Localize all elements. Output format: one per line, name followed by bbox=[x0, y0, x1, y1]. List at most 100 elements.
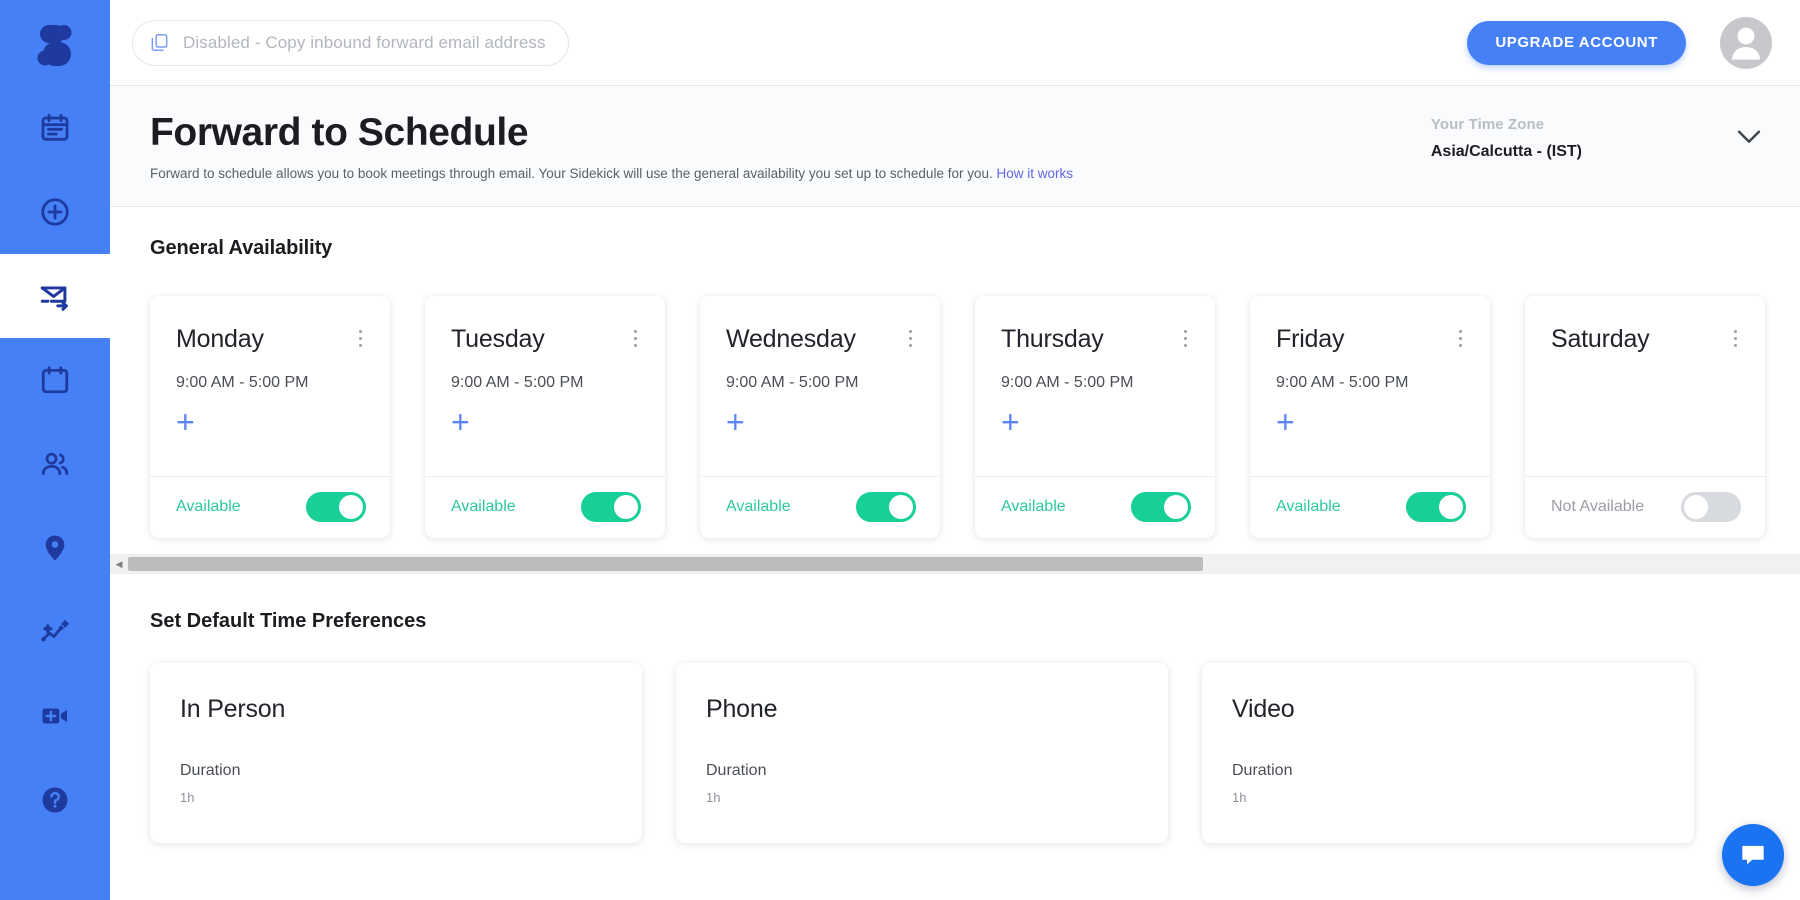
day-card-body: Monday 9:00 AM - 5:00 PM + bbox=[150, 296, 390, 476]
day-card-header: Thursday bbox=[1001, 326, 1189, 352]
sidebar-item-analytics[interactable] bbox=[0, 590, 110, 674]
copy-inbound-email-button[interactable]: Disabled - Copy inbound forward email ad… bbox=[132, 19, 569, 66]
add-time-slot-button[interactable]: + bbox=[451, 406, 470, 438]
avatar-icon bbox=[1732, 27, 1760, 60]
availability-status-label: Available bbox=[1276, 498, 1341, 516]
chevron-down-icon[interactable] bbox=[1732, 119, 1766, 158]
timezone-label: Your Time Zone bbox=[1430, 116, 1545, 133]
toggle-knob bbox=[1684, 495, 1708, 520]
availability-toggle[interactable] bbox=[856, 492, 916, 523]
availability-status-label: Available bbox=[176, 498, 241, 516]
sidebar-item-contacts[interactable] bbox=[0, 422, 110, 506]
scroll-left-arrow-icon[interactable]: ◀ bbox=[110, 554, 128, 574]
calendar-icon bbox=[41, 366, 69, 394]
availability-toggle[interactable] bbox=[1681, 492, 1741, 523]
sidebar-item-locations[interactable] bbox=[0, 506, 110, 590]
day-options-menu-icon[interactable] bbox=[1457, 326, 1465, 352]
page-content: General Availability Monday 9:00 AM - 5:0… bbox=[110, 206, 1800, 900]
day-card: Tuesday 9:00 AM - 5:00 PM + Available bbox=[425, 295, 665, 538]
sidebar-item-agenda[interactable] bbox=[0, 86, 110, 170]
availability-horizontal-scrollbar[interactable]: ◀ bbox=[110, 553, 1800, 574]
preference-card-title: Phone bbox=[706, 694, 778, 723]
day-card-body: Tuesday 9:00 AM - 5:00 PM + bbox=[425, 296, 665, 476]
sidebar-item-create[interactable] bbox=[0, 170, 110, 254]
app-root: Disabled - Copy inbound forward email ad… bbox=[0, 0, 1800, 900]
preference-card-title: Video bbox=[1232, 694, 1295, 723]
day-time-slot[interactable]: 9:00 AM - 5:00 PM bbox=[1276, 374, 1464, 392]
analytics-icon bbox=[41, 620, 69, 642]
availability-toggle[interactable] bbox=[1131, 492, 1191, 523]
day-name: Thursday bbox=[1001, 324, 1104, 353]
duration-value[interactable]: 1h bbox=[1232, 790, 1664, 805]
day-card: Monday 9:00 AM - 5:00 PM + Available bbox=[150, 295, 390, 538]
top-bar-right: UPGRADE ACCOUNT bbox=[1467, 16, 1772, 69]
sidebar-item-help[interactable] bbox=[0, 758, 110, 842]
availability-toggle[interactable] bbox=[581, 492, 641, 523]
how-it-works-link[interactable]: How it works bbox=[997, 166, 1074, 181]
upgrade-account-button[interactable]: UPGRADE ACCOUNT bbox=[1467, 20, 1686, 65]
day-card: Thursday 9:00 AM - 5:00 PM + Available bbox=[975, 295, 1215, 538]
scrollbar-thumb[interactable] bbox=[128, 557, 1203, 572]
duration-value[interactable]: 1h bbox=[706, 790, 1138, 805]
day-card-body: Thursday 9:00 AM - 5:00 PM + bbox=[975, 296, 1215, 476]
day-card-footer: Available bbox=[700, 475, 940, 538]
availability-toggle[interactable] bbox=[1406, 492, 1466, 523]
duration-label: Duration bbox=[706, 761, 767, 779]
top-bar: Disabled - Copy inbound forward email ad… bbox=[110, 0, 1800, 86]
availability-status-label: Available bbox=[1001, 498, 1066, 516]
preference-card: Video Duration 1h bbox=[1202, 662, 1694, 843]
availability-cards-row: Monday 9:00 AM - 5:00 PM + Available Tuesday… bbox=[110, 290, 1800, 552]
add-time-slot-button[interactable]: + bbox=[1001, 406, 1020, 438]
duration-value[interactable]: 1h bbox=[180, 790, 612, 805]
scrollbar-track[interactable] bbox=[128, 554, 1800, 574]
day-card: Wednesday 9:00 AM - 5:00 PM + Available bbox=[700, 295, 940, 538]
location-pin-icon bbox=[45, 535, 65, 561]
day-time-slot[interactable]: 9:00 AM - 5:00 PM bbox=[1001, 374, 1189, 392]
day-options-menu-icon[interactable] bbox=[1182, 326, 1190, 352]
day-options-menu-icon[interactable] bbox=[632, 326, 640, 352]
add-time-slot-button[interactable]: + bbox=[726, 406, 745, 438]
day-time-slot[interactable]: 9:00 AM - 5:00 PM bbox=[451, 374, 639, 392]
day-card-header: Monday bbox=[176, 326, 364, 352]
duration-label: Duration bbox=[1232, 761, 1293, 779]
day-time-slot[interactable]: 9:00 AM - 5:00 PM bbox=[726, 374, 914, 392]
day-name: Monday bbox=[176, 324, 264, 353]
day-card: Saturday Not Available bbox=[1525, 295, 1765, 538]
add-time-slot-button[interactable]: + bbox=[1276, 406, 1295, 438]
left-sidebar bbox=[0, 0, 110, 900]
user-avatar[interactable] bbox=[1720, 16, 1772, 69]
sidebar-item-forward-to-schedule[interactable] bbox=[0, 254, 110, 338]
copy-icon bbox=[151, 34, 168, 51]
timezone-value: Asia/Calcutta - (IST) bbox=[1430, 143, 1582, 160]
preference-card-title: In Person bbox=[180, 694, 286, 723]
add-time-slot-button[interactable]: + bbox=[176, 406, 195, 438]
sidekick-logo[interactable] bbox=[0, 0, 110, 86]
availability-status-label: Available bbox=[726, 498, 791, 516]
day-card-header: Tuesday bbox=[451, 326, 639, 352]
day-card-footer: Not Available bbox=[1525, 475, 1765, 538]
day-name: Friday bbox=[1276, 324, 1345, 353]
day-options-menu-icon[interactable] bbox=[907, 326, 915, 352]
toggle-knob bbox=[1439, 495, 1463, 520]
day-card-footer: Available bbox=[1250, 475, 1490, 538]
day-card-body: Wednesday 9:00 AM - 5:00 PM + bbox=[700, 296, 940, 476]
timezone-texts: Your Time Zone Asia/Calcutta - (IST) bbox=[1431, 116, 1582, 161]
day-name: Tuesday bbox=[451, 324, 545, 353]
page-header-text: Forward to Schedule Forward to schedule … bbox=[150, 111, 1093, 184]
contacts-icon bbox=[41, 452, 69, 475]
page-subtitle-text: Forward to schedule allows you to book m… bbox=[150, 165, 993, 181]
day-options-menu-icon[interactable] bbox=[357, 326, 365, 352]
sidebar-item-video-meeting[interactable] bbox=[0, 674, 110, 758]
toggle-knob bbox=[339, 495, 363, 520]
chat-bubble-icon bbox=[1742, 845, 1764, 865]
timezone-selector[interactable]: Your Time Zone Asia/Calcutta - (IST) bbox=[1431, 112, 1800, 161]
duration-label: Duration bbox=[180, 761, 241, 779]
availability-toggle[interactable] bbox=[306, 492, 366, 523]
day-options-menu-icon[interactable] bbox=[1732, 326, 1740, 352]
preference-card: In Person Duration 1h bbox=[150, 662, 642, 843]
help-circle-icon bbox=[42, 787, 68, 813]
sidebar-item-calendar[interactable] bbox=[0, 338, 110, 422]
day-card: Friday 9:00 AM - 5:00 PM + Available bbox=[1250, 295, 1490, 538]
chat-support-button[interactable] bbox=[1722, 824, 1784, 886]
day-time-slot[interactable]: 9:00 AM - 5:00 PM bbox=[176, 374, 364, 392]
